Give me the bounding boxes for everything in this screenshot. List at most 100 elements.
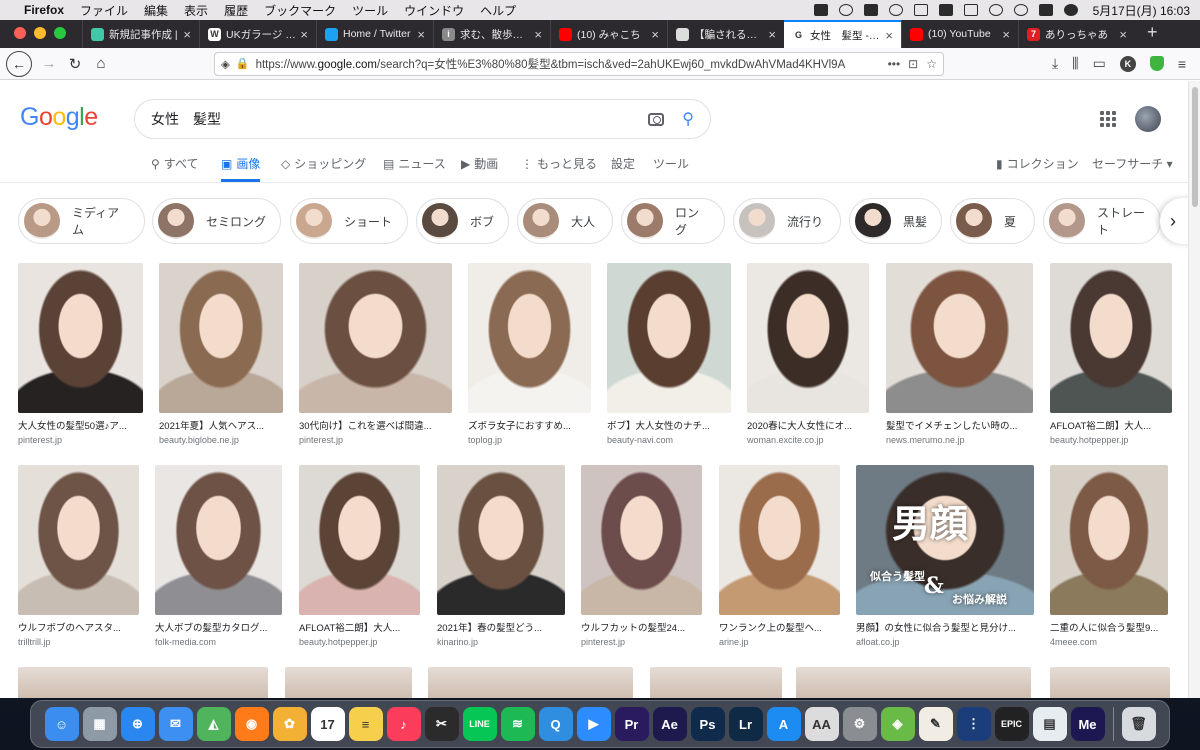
result-thumbnail[interactable] <box>796 667 1031 698</box>
finalcut-dock-icon[interactable]: ✂ <box>424 707 459 741</box>
result-title[interactable]: ボブ】大人女性のナチ... <box>607 418 731 432</box>
finder-dock-icon[interactable]: ☺ <box>44 707 79 741</box>
close-tab-icon[interactable]: × <box>885 28 893 43</box>
lock-icon[interactable]: 🔒 <box>236 57 250 70</box>
result-title[interactable]: ウルフカットの髪型24... <box>581 620 702 634</box>
search-input[interactable]: 女性 髪型 <box>151 109 648 129</box>
result-source[interactable]: folk-media.com <box>155 637 282 647</box>
result-title[interactable]: 大人女性の髪型50選♪ア... <box>18 418 143 432</box>
account-k-icon[interactable]: K <box>1119 55 1136 72</box>
zoom-window-button[interactable] <box>54 27 66 39</box>
close-tab-icon[interactable]: × <box>534 27 542 42</box>
time-machine-tray-icon[interactable] <box>913 4 928 16</box>
account-avatar[interactable] <box>1135 106 1161 132</box>
menu-view[interactable]: 表示 <box>184 2 208 19</box>
image-result[interactable]: AFLOAT裕二朗】大人... beauty.hotpepper.jp <box>1050 263 1172 445</box>
result-thumbnail[interactable]: 男顔 似合う髪型 & お悩み解説 <box>856 465 1034 615</box>
result-source[interactable]: 4meee.com <box>1050 637 1168 647</box>
photos-dock-icon[interactable]: ✿ <box>272 707 307 741</box>
result-title[interactable]: 男顔】の女性に似合う髪型と見分け... <box>856 620 1034 634</box>
close-tab-icon[interactable]: × <box>768 27 776 42</box>
url-text[interactable]: https://www.google.com/search?q=女性%E3%80… <box>256 56 880 72</box>
menu-edit[interactable]: 編集 <box>144 2 168 19</box>
lightroom-dock-icon[interactable]: Lr <box>728 707 763 741</box>
menu-window[interactable]: ウインドウ <box>404 2 464 19</box>
browser-tab[interactable]: 【騙される心理 × <box>667 20 784 48</box>
downloads-icon[interactable]: ⤓ <box>1052 55 1058 72</box>
close-tab-icon[interactable]: × <box>651 27 659 42</box>
image-result[interactable]: ボブ】大人女性のナチ... beauty-navi.com <box>607 263 731 445</box>
result-thumbnail[interactable] <box>428 667 633 698</box>
reload-button[interactable]: ↻ <box>62 51 88 77</box>
appstore-dock-icon[interactable]: A <box>766 707 801 741</box>
menu-file[interactable]: ファイル <box>80 2 128 19</box>
wifi-icon[interactable] <box>988 4 1003 16</box>
fontbook-dock-icon[interactable]: AA <box>804 707 839 741</box>
close-tab-icon[interactable]: × <box>300 27 308 42</box>
result-thumbnail[interactable] <box>468 263 591 413</box>
image-result[interactable]: 大人女性の髪型50選♪ア... pinterest.jp <box>18 263 143 445</box>
result-source[interactable]: toplog.jp <box>468 435 591 445</box>
image-result[interactable]: 二重の人に似合う髪型9... 4meee.com <box>1050 465 1168 647</box>
firefox-dock-icon[interactable]: ◉ <box>234 707 269 741</box>
new-tab-button[interactable]: + <box>1135 22 1170 48</box>
image-result[interactable]: 大人ボブの髪型カタログ... folk-media.com <box>155 465 282 647</box>
result-title[interactable]: AFLOAT裕二朗】大人... <box>299 620 420 634</box>
line-tray-icon[interactable] <box>863 4 878 16</box>
image-result[interactable] <box>18 667 268 698</box>
photoshop-dock-icon[interactable]: Ps <box>690 707 725 741</box>
result-source[interactable]: afloat.co.jp <box>856 637 1034 647</box>
related-chip[interactable]: ボブ <box>416 198 509 244</box>
search-icon[interactable]: ⚲ <box>682 109 694 129</box>
zoom-dock-icon[interactable]: ▶ <box>576 707 611 741</box>
result-thumbnail[interactable] <box>285 667 412 698</box>
safari-dock-icon[interactable]: ⊕ <box>120 707 155 741</box>
menu-help[interactable]: ヘルプ <box>480 2 516 19</box>
battery-icon[interactable] <box>963 4 978 16</box>
preview-dock-icon[interactable]: ▤ <box>1032 707 1067 741</box>
menu-history[interactable]: 履歴 <box>224 2 248 19</box>
menu-tools[interactable]: ツール <box>352 2 388 19</box>
close-tab-icon[interactable]: × <box>417 27 425 42</box>
result-title[interactable]: ワンランク上の髪型ヘ... <box>719 620 840 634</box>
premiere-dock-icon[interactable]: Pr <box>614 707 649 741</box>
image-result[interactable]: AFLOAT裕二朗】大人... beauty.hotpepper.jp <box>299 465 420 647</box>
result-title[interactable]: 大人ボブの髪型カタログ... <box>155 620 282 634</box>
image-result[interactable]: ウルフボブのヘアスタ... trilltrill.jp <box>18 465 139 647</box>
camera-icon[interactable] <box>648 112 665 126</box>
browser-tab[interactable]: G 女性 髪型 - Go × <box>784 20 901 48</box>
result-thumbnail[interactable] <box>18 667 268 698</box>
line-dock-icon[interactable]: LINE <box>462 707 497 741</box>
result-title[interactable]: AFLOAT裕二朗】大人... <box>1050 418 1172 432</box>
spotify-dock-icon[interactable]: ≋ <box>500 707 535 741</box>
browser-tab[interactable]: i 求む、散歩の根 × <box>433 20 550 48</box>
tab-videos[interactable]: ▶ 動画 <box>461 155 498 172</box>
result-thumbnail[interactable] <box>1050 667 1170 698</box>
tab-settings[interactable]: 設定 <box>611 155 635 172</box>
zoom-tray-icon[interactable] <box>813 4 828 16</box>
menubar-clock[interactable]: 5月17日(月) 16:03 <box>1093 2 1190 19</box>
image-result[interactable]: ウルフカットの髪型24... pinterest.jp <box>581 465 702 647</box>
sidebar-icon[interactable]: ▭ <box>1093 55 1106 72</box>
related-chip[interactable]: セミロング <box>152 198 281 244</box>
result-thumbnail[interactable] <box>886 263 1033 413</box>
url-bar[interactable]: ◈ 🔒 https://www.google.com/search?q=女性%E… <box>214 51 944 76</box>
related-chip[interactable]: ストレート <box>1043 198 1161 244</box>
result-source[interactable]: woman.excite.co.jp <box>747 435 869 445</box>
image-result[interactable]: 2021年夏】人気ヘアス... beauty.biglobe.ne.jp <box>159 263 283 445</box>
settings-dock-icon[interactable]: ⚙ <box>842 707 877 741</box>
result-thumbnail[interactable] <box>299 263 452 413</box>
image-result[interactable] <box>796 667 1031 698</box>
close-tab-icon[interactable]: × <box>1119 27 1127 42</box>
spotlight-icon[interactable] <box>1013 4 1028 16</box>
browser-tab[interactable]: Home / Twitter × <box>316 20 433 48</box>
result-source[interactable]: pinterest.jp <box>581 637 702 647</box>
pocket-icon[interactable]: ⊡ <box>908 57 918 71</box>
image-result[interactable] <box>428 667 633 698</box>
result-thumbnail[interactable] <box>1050 465 1168 615</box>
tab-images[interactable]: ▣ 画像 <box>221 155 261 182</box>
image-result[interactable] <box>650 667 782 698</box>
related-chip[interactable]: ロング <box>621 198 725 244</box>
result-source[interactable]: pinterest.jp <box>299 435 452 445</box>
result-source[interactable]: news.merumo.ne.jp <box>886 435 1033 445</box>
